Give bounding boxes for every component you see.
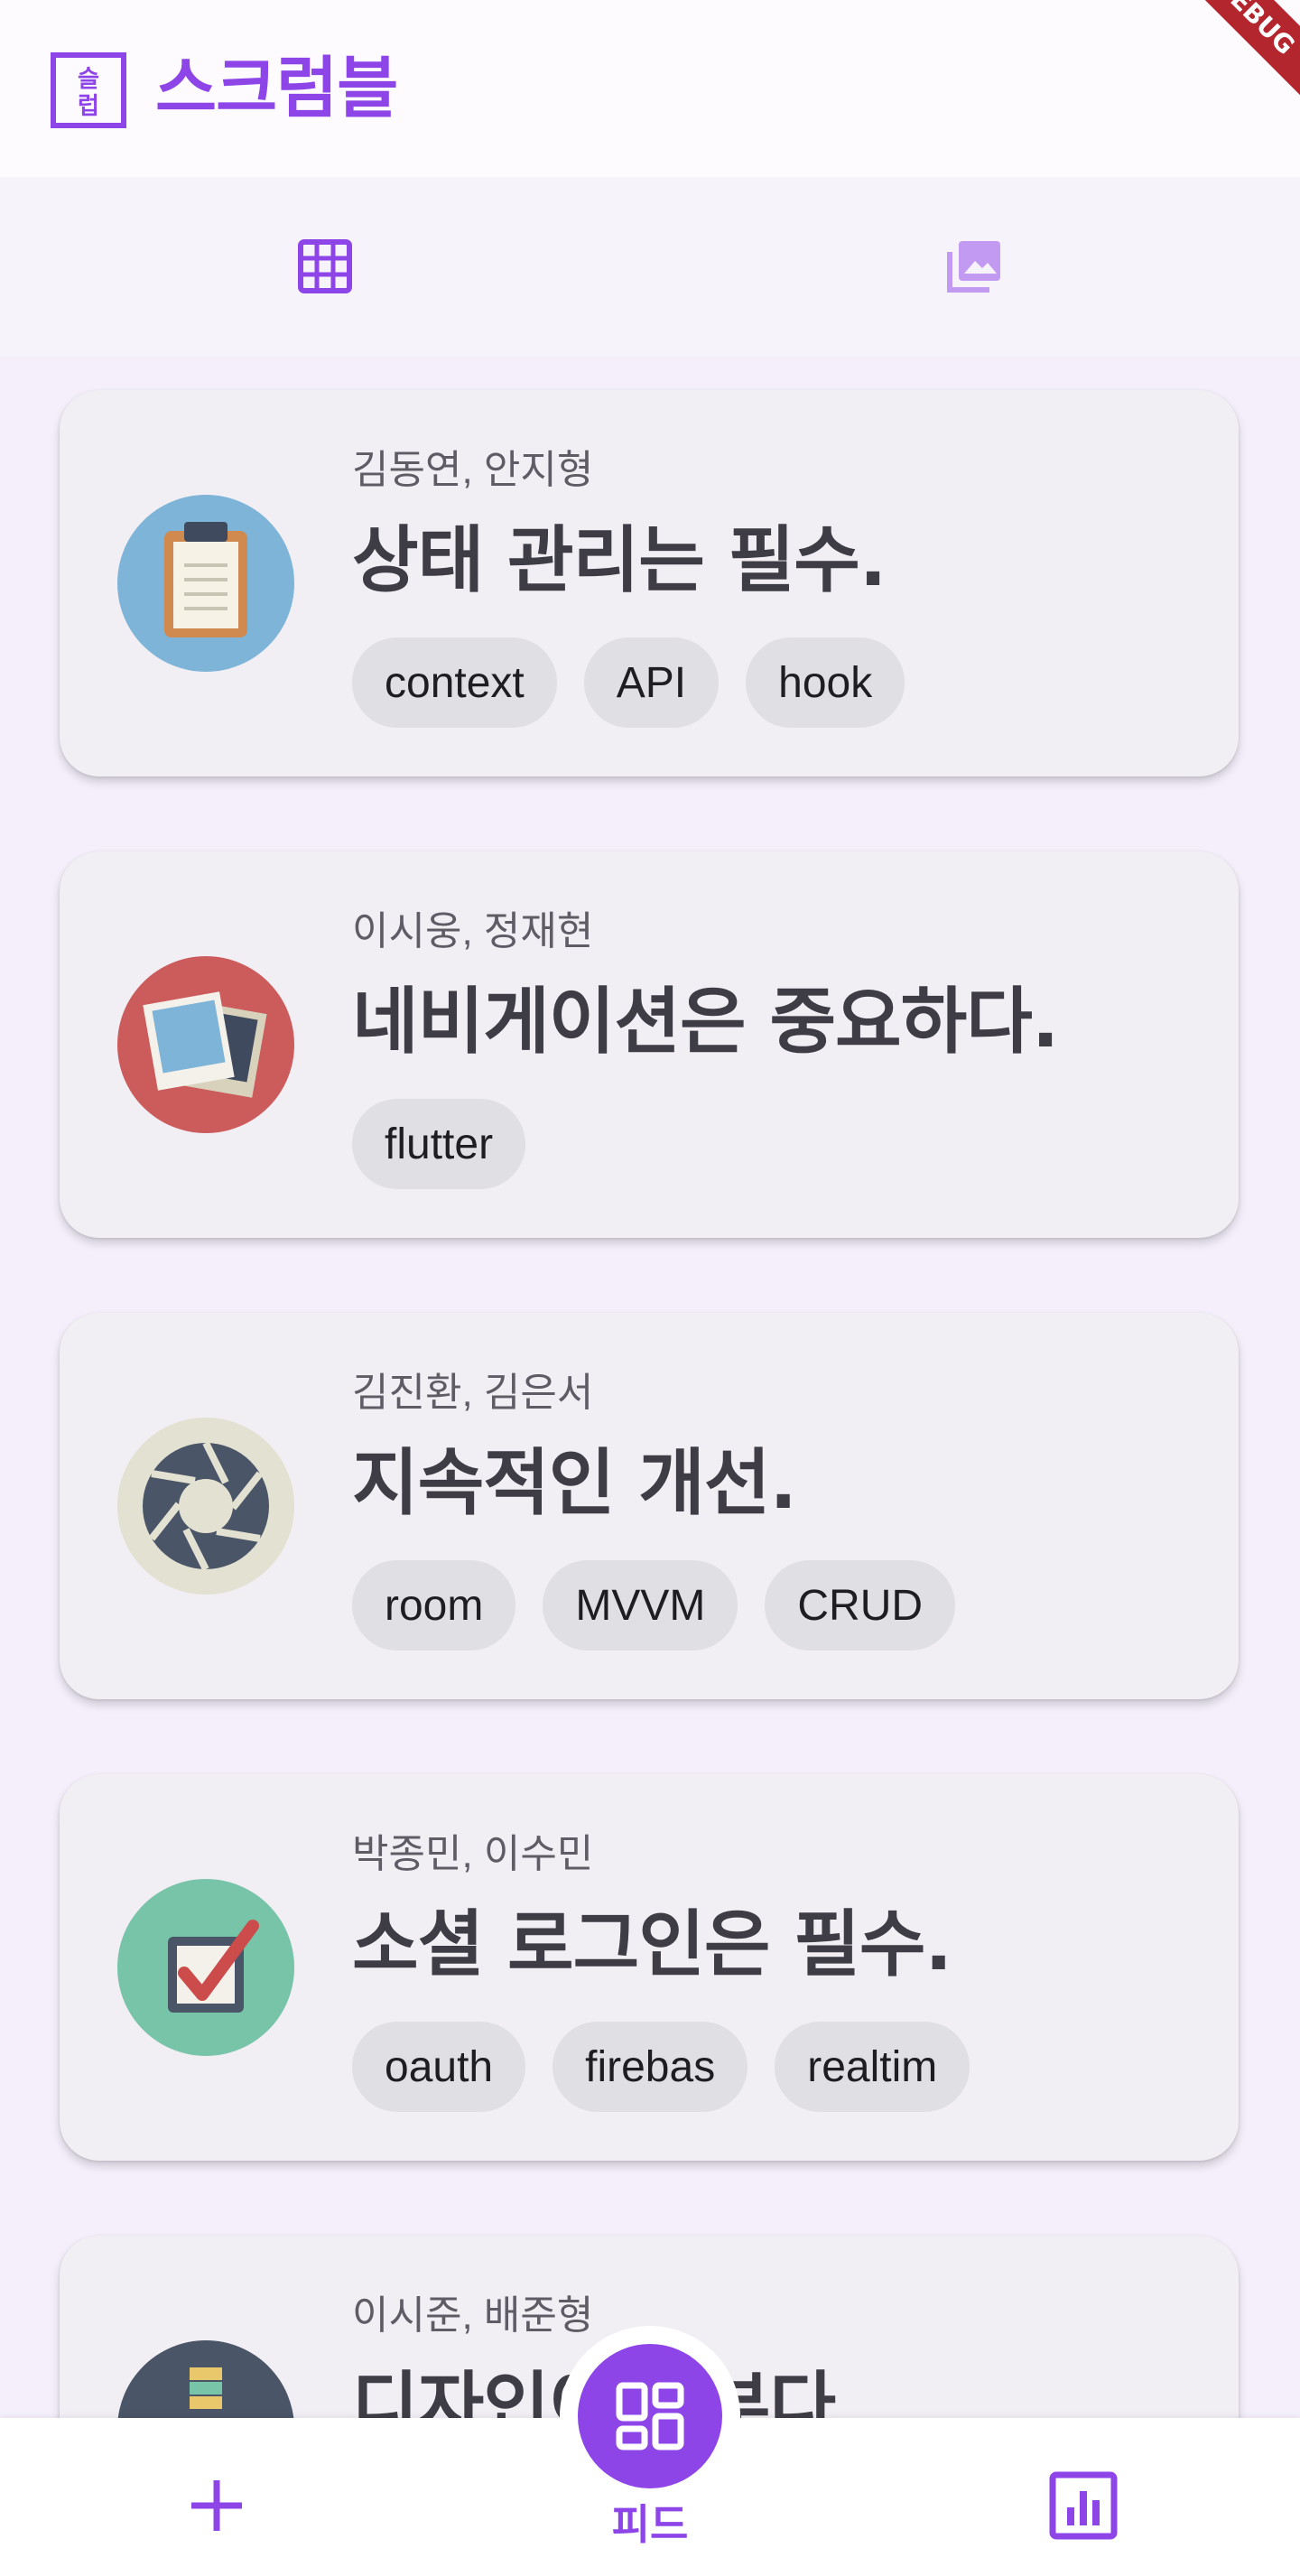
svg-text:럽: 럽 (78, 93, 99, 120)
feed-label: 피드 (611, 2500, 689, 2549)
scrum-card[interactable]: 이시웅, 정재현 네비게이션은 중요하다. flutter (60, 851, 1239, 1238)
checkbox-icon (117, 1879, 294, 2056)
tag-chip[interactable]: flutter (352, 1099, 526, 1189)
photos-icon (117, 956, 294, 1133)
tab-grid[interactable] (0, 177, 650, 356)
card-authors: 김동연, 안지형 (352, 448, 594, 492)
tag-chip[interactable]: API (583, 637, 720, 728)
card-authors: 이시웅, 정재현 (352, 909, 594, 953)
clipboard-icon (117, 495, 294, 672)
scrum-card[interactable]: 박종민, 이수민 소셜 로그인은 필수. oauth firebas realt… (60, 1774, 1239, 2161)
bar-chart-icon (1049, 2471, 1118, 2540)
stats-button[interactable] (1043, 2465, 1124, 2546)
card-authors: 박종민, 이수민 (352, 1832, 594, 1876)
tag-chip[interactable]: realtim (775, 2022, 970, 2112)
debug-banner: DEBUG (1161, 0, 1300, 109)
tag-chip[interactable]: context (352, 637, 557, 728)
tag-chip[interactable]: CRUD (765, 1560, 956, 1651)
tag-chip[interactable]: firebas (552, 2022, 748, 2112)
tag-chip[interactable]: MVVM (543, 1560, 738, 1651)
scrum-card[interactable]: 김동연, 안지형 상태 관리는 필수. context API hook (60, 390, 1239, 777)
card-title: 지속적인 개선. (352, 1441, 797, 1525)
feed-icon (616, 2382, 684, 2450)
scrum-card[interactable]: 김진환, 김은서 지속적인 개선. room MVVM CRUD (60, 1313, 1239, 1699)
app-title: 스크럼블 (155, 50, 398, 127)
grid-icon (298, 239, 352, 293)
app-bar: 슬 럽 스크럼블 DEBUG (0, 0, 1300, 177)
aperture-icon (117, 1418, 294, 1595)
book-stack-icon (117, 2340, 294, 2418)
card-authors: 김진환, 김은서 (352, 1371, 594, 1415)
feed-list[interactable]: 김동연, 안지형 상태 관리는 필수. context API hook 이시웅… (0, 356, 1300, 2418)
card-authors: 이시준, 배준형 (352, 2293, 594, 2338)
tag-chip[interactable]: oauth (352, 2022, 526, 2112)
plus-icon (191, 2480, 242, 2531)
view-tab-bar (0, 177, 1300, 356)
add-button[interactable] (176, 2465, 257, 2546)
feed-button[interactable] (578, 2344, 722, 2488)
card-title: 상태 관리는 필수. (352, 518, 887, 602)
card-title: 네비게이션은 중요하다. (352, 980, 1059, 1064)
tag-chip[interactable]: room (352, 1560, 516, 1651)
tag-chip[interactable]: hook (746, 637, 905, 728)
tab-photos[interactable] (650, 177, 1300, 356)
svg-text:슬: 슬 (78, 66, 99, 93)
scrumble-logo-icon: 슬 럽 (51, 52, 126, 128)
card-title: 소셜 로그인은 필수. (352, 1902, 952, 1986)
photo-library-icon (947, 241, 1000, 293)
